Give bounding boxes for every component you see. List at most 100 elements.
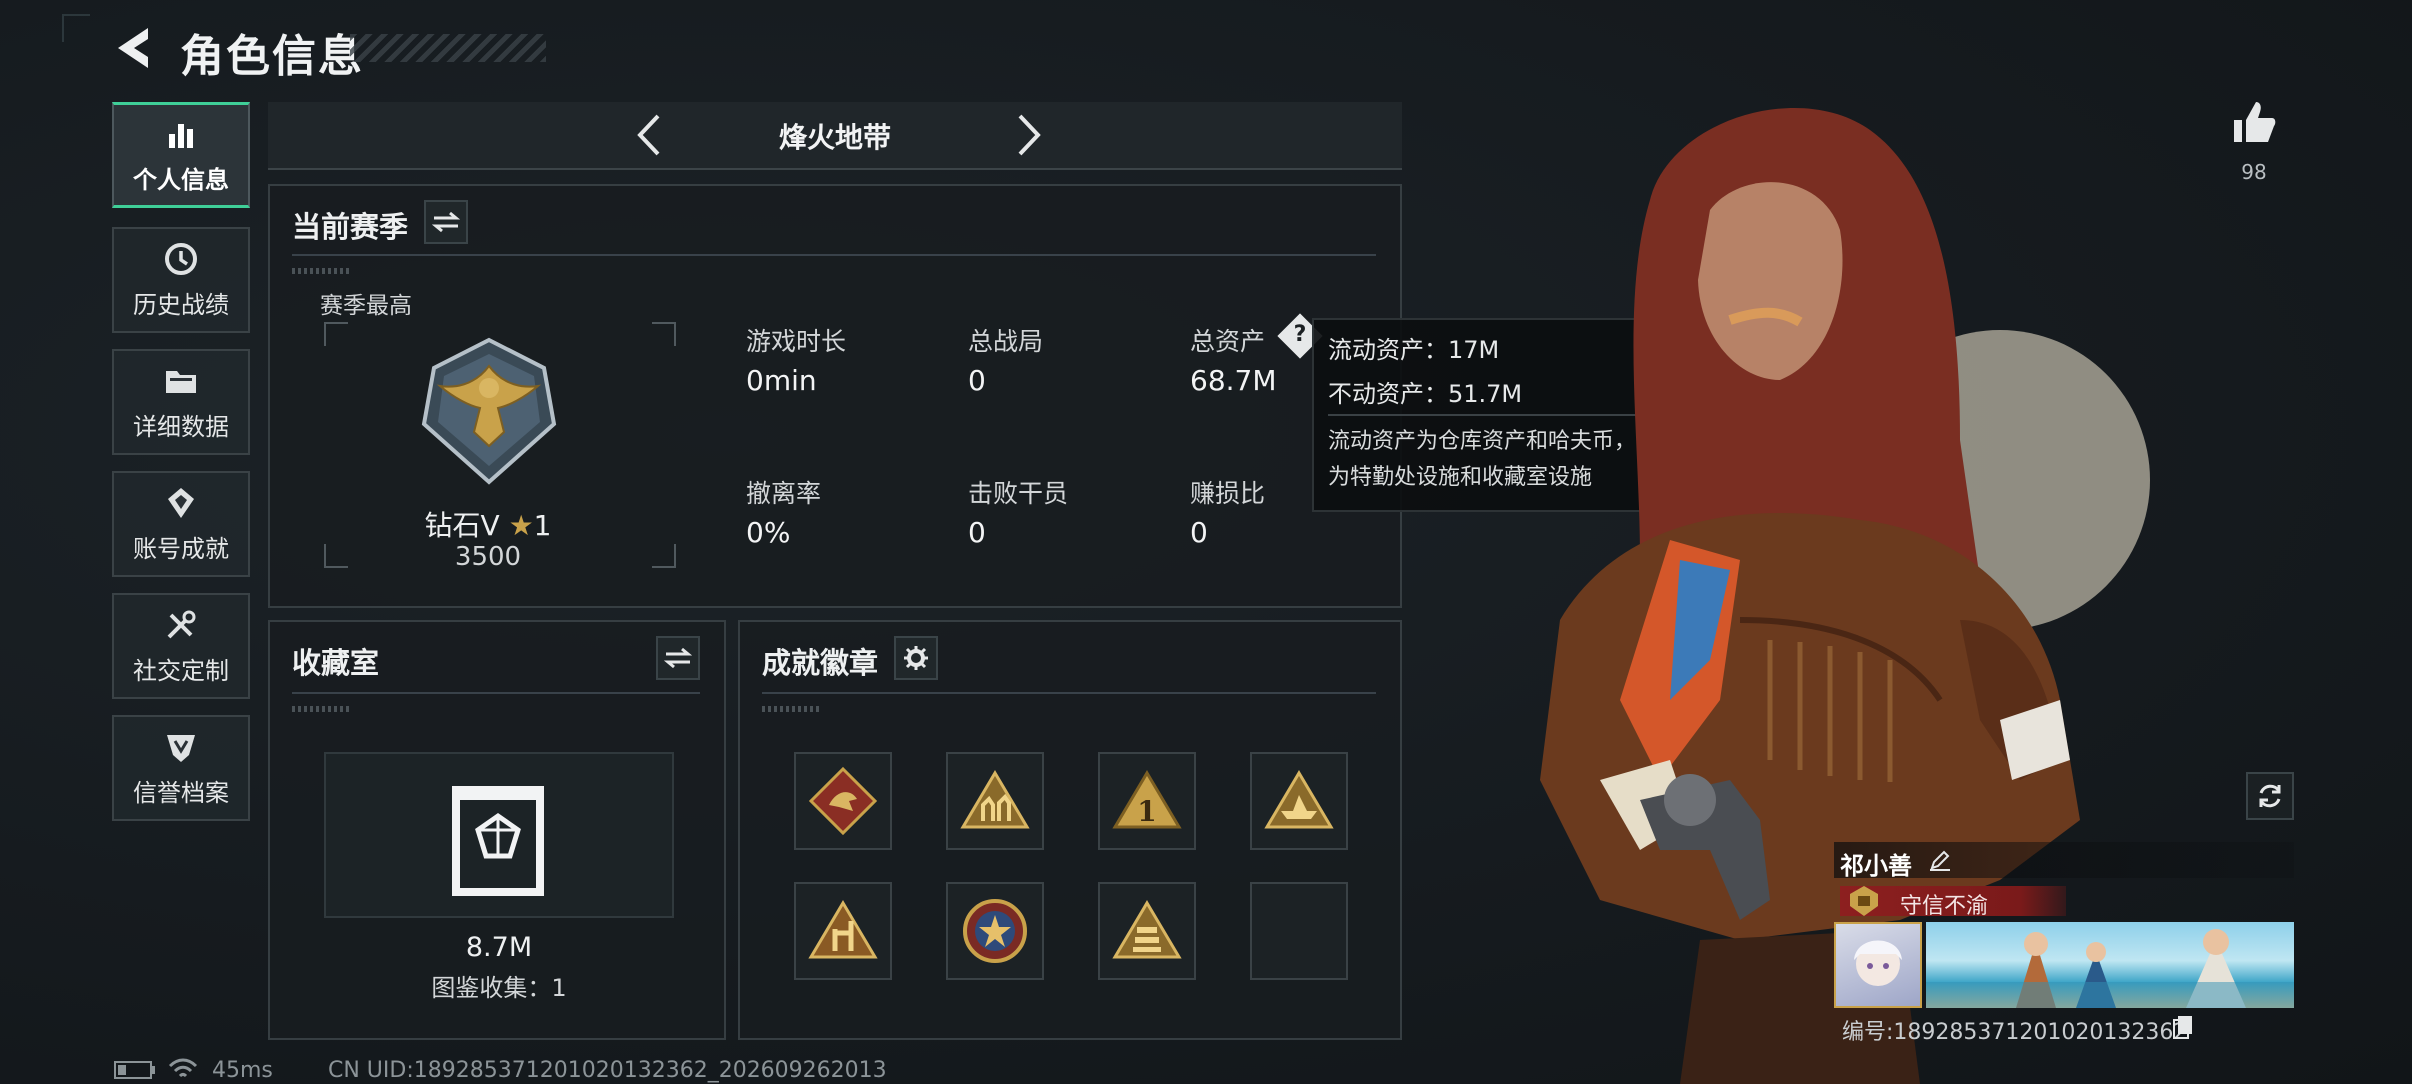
star-icon: ★ — [508, 509, 534, 542]
stat-label: 总资产 — [1190, 327, 1266, 356]
clock-icon — [165, 242, 197, 275]
stat-value: 0 — [1190, 516, 1208, 549]
sidebar-item-achievements[interactable]: 账号成就 — [112, 471, 250, 577]
dragon-badge-icon — [808, 766, 878, 836]
rotate-button[interactable] — [2246, 772, 2294, 820]
season-title: 当前赛季 — [292, 210, 409, 244]
reputation-badge-icon — [1850, 886, 1878, 916]
corner-decoration — [62, 14, 90, 42]
svg-text:1: 1 — [1137, 795, 1156, 828]
edit-name-button[interactable] — [1928, 848, 1952, 872]
frame-corner — [324, 322, 348, 346]
achievement-icon — [168, 487, 194, 518]
badge-slot[interactable] — [1250, 752, 1348, 850]
stat-value: 68.7M — [1190, 364, 1277, 397]
sidebar-item-label: 社交定制 — [133, 656, 229, 685]
badge-slot[interactable] — [794, 882, 892, 980]
collection-title: 收藏室 — [292, 646, 380, 680]
badges-title: 成就徽章 — [762, 646, 879, 680]
swap-icon — [432, 211, 460, 233]
badges-panel: 成就徽章 1 — [738, 620, 1402, 1040]
divider — [292, 254, 1376, 256]
badge-slot[interactable] — [794, 752, 892, 850]
mode-next-button[interactable] — [1008, 110, 1048, 160]
sidebar-item-detailed-data[interactable]: 详细数据 — [112, 349, 250, 455]
avatar[interactable] — [1834, 922, 1922, 1008]
divider — [762, 692, 1376, 694]
chevron-right-icon — [1018, 114, 1041, 156]
badge-slot[interactable]: 1 — [1098, 752, 1196, 850]
rank-emblem-icon — [421, 337, 557, 485]
battery-icon — [114, 1061, 155, 1079]
collection-value: 8.7M — [465, 932, 533, 963]
bar-chart-icon — [169, 123, 193, 148]
sidebar-item-label: 账号成就 — [133, 534, 229, 563]
number-one-badge-icon: 1 — [1112, 770, 1182, 829]
gear-icon — [904, 646, 928, 670]
player-id: 编号:18928537120102013236​2 — [1842, 1020, 2188, 1045]
stat-label: 撤离率 — [746, 479, 822, 508]
copy-button[interactable] — [2172, 1014, 2194, 1040]
season-switch-button[interactable] — [424, 200, 468, 244]
mode-selector: 烽火地带 — [268, 102, 1402, 170]
vault-icon — [452, 786, 544, 896]
collection-switch-button[interactable] — [656, 636, 700, 680]
tools-icon — [167, 610, 196, 638]
folder-icon — [166, 370, 196, 393]
frame-corner — [652, 322, 676, 346]
stat-value: 0 — [968, 516, 986, 549]
shield-icon — [167, 734, 195, 762]
badge-slot[interactable] — [946, 752, 1044, 850]
swap-icon — [664, 647, 692, 669]
season-best-label: 赛季最高 — [320, 293, 412, 319]
boat-badge-icon — [1264, 770, 1334, 829]
avatar-face-icon — [1854, 940, 1902, 986]
catalog-count: 图鉴收集：1 — [431, 974, 567, 1002]
like-count: 98 — [2241, 160, 2267, 184]
stack-badge-icon — [1112, 900, 1182, 959]
decoration — [292, 706, 350, 712]
profile-banner[interactable] — [1926, 922, 2294, 1008]
rank-name: 钻石V — [424, 509, 500, 542]
player-name: 祁小善 — [1840, 852, 1912, 880]
badge-slot[interactable] — [1098, 882, 1196, 980]
sidebar-item-social[interactable]: 社交定制 — [112, 593, 250, 699]
stat-value: 0% — [746, 516, 791, 549]
uid-text: CN UID:18928537120102013236​2_2026092620… — [328, 1058, 887, 1083]
back-button[interactable] — [112, 24, 158, 72]
decoration — [762, 706, 820, 712]
banner-characters-icon — [1926, 929, 2294, 1008]
mode-name: 烽火地带 — [778, 121, 891, 154]
stat-value: 0 — [968, 364, 986, 397]
stat-value: 0min — [746, 364, 817, 397]
sidebar-item-reputation[interactable]: 信誉档案 — [112, 715, 250, 821]
reputation-tag-text: 守信不渝 — [1900, 894, 1989, 919]
ping: 45ms — [212, 1058, 273, 1083]
badge-slot-empty[interactable] — [1250, 882, 1348, 980]
sidebar-item-personal-info[interactable]: 个人信息 — [112, 102, 250, 208]
stat-label: 总战局 — [968, 327, 1044, 356]
badge-slot[interactable] — [946, 882, 1044, 980]
sidebar-item-label: 详细数据 — [133, 412, 229, 441]
sidebar-item-history[interactable]: 历史战绩 — [112, 227, 250, 333]
sidebar-item-label: 信誉档案 — [133, 778, 229, 807]
divider — [292, 692, 700, 694]
back-arrow-icon — [118, 28, 148, 68]
stat-label: 击败干员 — [968, 479, 1069, 508]
decoration — [292, 268, 350, 274]
rock-hand-badge-icon — [808, 900, 878, 959]
stat-label: 游戏时长 — [746, 327, 847, 356]
sidebar-item-label: 历史战绩 — [133, 290, 229, 319]
star-emblem-badge-icon — [963, 899, 1027, 963]
badge-settings-button[interactable] — [894, 636, 938, 680]
season-panel: 当前赛季 赛季最高 钻石V ★1 3500 游戏时长 0min 总战局 0 总资… — [268, 184, 1402, 608]
sidebar-item-label: 个人信息 — [133, 165, 229, 194]
title-decoration — [350, 34, 546, 62]
like-button[interactable] — [2230, 98, 2278, 146]
page-title: 角色信息 — [180, 31, 364, 82]
rank-points: 3500 — [454, 542, 522, 572]
refresh-icon — [2259, 784, 2281, 808]
wifi-icon — [168, 1058, 198, 1078]
stat-label: 赚损比 — [1190, 479, 1266, 508]
rank-name-row: 钻石V ★1 — [270, 504, 706, 544]
